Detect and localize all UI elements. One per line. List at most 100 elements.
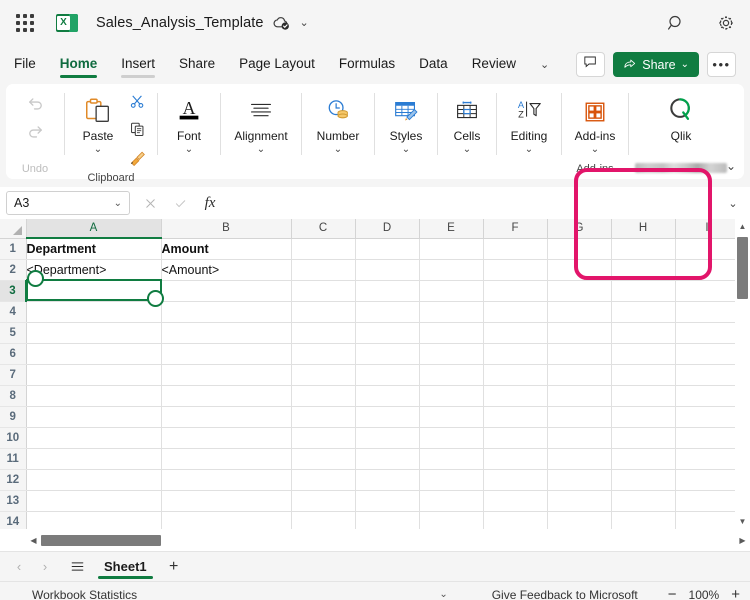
zoom-level-label[interactable]: 100%	[689, 588, 720, 600]
cell-G3[interactable]	[547, 280, 611, 301]
row-header-2[interactable]: 2	[0, 259, 26, 280]
cell-E13[interactable]	[419, 490, 483, 511]
next-sheet-button[interactable]: ›	[34, 556, 56, 578]
search-icon[interactable]	[666, 13, 686, 33]
cell-C14[interactable]	[291, 511, 355, 529]
cell-H14[interactable]	[611, 511, 675, 529]
row-header-13[interactable]: 13	[0, 490, 26, 511]
sheet-tab-sheet1[interactable]: Sheet1	[94, 555, 157, 579]
cell-E10[interactable]	[419, 427, 483, 448]
tab-home[interactable]: Home	[60, 50, 98, 80]
cell-A2[interactable]: <Department>	[26, 259, 161, 280]
cell-I4[interactable]	[675, 301, 739, 322]
cell-E3[interactable]	[419, 280, 483, 301]
cell-C6[interactable]	[291, 343, 355, 364]
editing-button[interactable]: A Z Editing ⌄	[503, 90, 555, 157]
cell-F1[interactable]	[483, 238, 547, 259]
cell-D7[interactable]	[355, 364, 419, 385]
cell-A8[interactable]	[26, 385, 161, 406]
formula-input[interactable]	[230, 191, 716, 215]
ribbon-collapse-chevron-icon[interactable]: ⌄	[726, 159, 736, 173]
cell-B6[interactable]	[161, 343, 291, 364]
row-header-1[interactable]: 1	[0, 238, 26, 259]
cell-A3[interactable]	[26, 280, 161, 301]
cell-A13[interactable]	[26, 490, 161, 511]
cell-C3[interactable]	[291, 280, 355, 301]
cell-B1[interactable]: Amount	[161, 238, 291, 259]
cell-B9[interactable]	[161, 406, 291, 427]
column-header-b[interactable]: B	[161, 219, 291, 238]
cell-H4[interactable]	[611, 301, 675, 322]
cell-H11[interactable]	[611, 448, 675, 469]
cell-F10[interactable]	[483, 427, 547, 448]
cell-H6[interactable]	[611, 343, 675, 364]
qlik-button[interactable]: Qlik	[642, 90, 720, 145]
cell-H8[interactable]	[611, 385, 675, 406]
cell-G10[interactable]	[547, 427, 611, 448]
cell-C13[interactable]	[291, 490, 355, 511]
cell-H3[interactable]	[611, 280, 675, 301]
cell-E5[interactable]	[419, 322, 483, 343]
cell-I14[interactable]	[675, 511, 739, 529]
tab-page-layout[interactable]: Page Layout	[239, 50, 315, 80]
styles-button[interactable]: Styles ⌄	[380, 90, 432, 157]
row-header-9[interactable]: 9	[0, 406, 26, 427]
cell-B10[interactable]	[161, 427, 291, 448]
cell-I13[interactable]	[675, 490, 739, 511]
column-header-i[interactable]: I	[675, 219, 739, 238]
cell-E9[interactable]	[419, 406, 483, 427]
cell-E11[interactable]	[419, 448, 483, 469]
row-header-14[interactable]: 14	[0, 511, 26, 529]
workbook-statistics-button[interactable]: Workbook Statistics	[10, 588, 137, 600]
cell-I10[interactable]	[675, 427, 739, 448]
select-all-corner[interactable]	[0, 219, 26, 238]
column-header-f[interactable]: F	[483, 219, 547, 238]
cell-A5[interactable]	[26, 322, 161, 343]
column-header-a[interactable]: A	[26, 219, 161, 238]
cell-D4[interactable]	[355, 301, 419, 322]
cell-B14[interactable]	[161, 511, 291, 529]
number-button[interactable]: Number ⌄	[311, 90, 366, 157]
cell-F2[interactable]	[483, 259, 547, 280]
cell-D12[interactable]	[355, 469, 419, 490]
cell-E1[interactable]	[419, 238, 483, 259]
document-title[interactable]: Sales_Analysis_Template	[96, 15, 264, 31]
cell-I6[interactable]	[675, 343, 739, 364]
column-header-g[interactable]: G	[547, 219, 611, 238]
title-dropdown-chevron[interactable]: ⌄	[300, 16, 309, 29]
paste-button[interactable]: Paste ⌄	[72, 90, 124, 157]
zoom-out-button[interactable]: −	[668, 587, 677, 600]
cell-I7[interactable]	[675, 364, 739, 385]
cell-I12[interactable]	[675, 469, 739, 490]
cells-button[interactable]: Cells ⌄	[441, 90, 493, 157]
cell-F4[interactable]	[483, 301, 547, 322]
cell-C5[interactable]	[291, 322, 355, 343]
format-painter-button[interactable]	[124, 148, 150, 172]
row-header-12[interactable]: 12	[0, 469, 26, 490]
row-header-3[interactable]: 3	[0, 280, 26, 301]
cell-C1[interactable]	[291, 238, 355, 259]
cell-I3[interactable]	[675, 280, 739, 301]
cell-D13[interactable]	[355, 490, 419, 511]
cell-D1[interactable]	[355, 238, 419, 259]
cell-G12[interactable]	[547, 469, 611, 490]
row-header-5[interactable]: 5	[0, 322, 26, 343]
selection-handle-bottom-right[interactable]	[147, 290, 164, 307]
cell-C4[interactable]	[291, 301, 355, 322]
horizontal-scrollbar[interactable]: ◀ ▶	[26, 533, 750, 548]
cell-I2[interactable]	[675, 259, 739, 280]
cell-I1[interactable]	[675, 238, 739, 259]
row-header-4[interactable]: 4	[0, 301, 26, 322]
cell-E7[interactable]	[419, 364, 483, 385]
cell-B5[interactable]	[161, 322, 291, 343]
cell-E4[interactable]	[419, 301, 483, 322]
vertical-scrollbar[interactable]: ▲ ▼	[735, 219, 750, 529]
redo-button[interactable]	[22, 122, 48, 146]
cell-F12[interactable]	[483, 469, 547, 490]
cell-A10[interactable]	[26, 427, 161, 448]
cell-I5[interactable]	[675, 322, 739, 343]
app-launcher-icon[interactable]	[14, 12, 36, 34]
cell-G1[interactable]	[547, 238, 611, 259]
name-box[interactable]: A3 ⌄	[6, 191, 130, 215]
row-header-7[interactable]: 7	[0, 364, 26, 385]
